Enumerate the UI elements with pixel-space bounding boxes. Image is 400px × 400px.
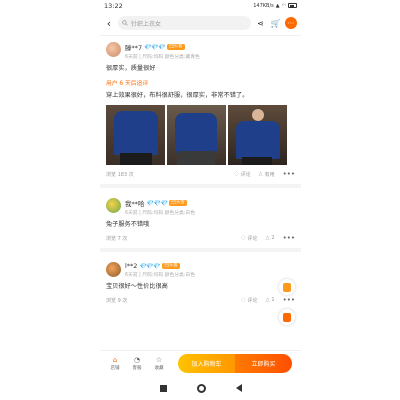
comment-label: 评论: [247, 235, 258, 242]
gift-icon: [283, 312, 291, 322]
search-placeholder: 针织上衣女: [131, 20, 162, 28]
share-icon[interactable]: ⋖: [255, 18, 266, 29]
review-text: 兔子服务不错哦: [106, 221, 150, 228]
favorite-label: 收藏: [154, 365, 164, 371]
review-text: 很厚实，质量很好: [106, 65, 156, 72]
review-photo[interactable]: [228, 105, 287, 165]
battery-icon: [288, 3, 297, 8]
floating-gift-button[interactable]: [279, 309, 295, 325]
more-icon[interactable]: ⋯: [285, 17, 297, 29]
comment-label: 评论: [240, 171, 251, 178]
review-item: 滕**7 💎💎💎 回头客 6天前 | 尺码:均码 颜色分类:藏青色 很厚实，质量…: [100, 36, 301, 188]
review-item: l**2 💎💎💎 回头客 6天前 | 尺码:均码 颜色分类:白色 宝贝很好～性价…: [106, 252, 295, 304]
back-nav-icon[interactable]: [235, 384, 242, 392]
like-count: 1: [271, 297, 275, 303]
floating-note-button[interactable]: [279, 279, 295, 295]
like-button[interactable]: △ 2: [266, 235, 275, 241]
reviewer-name: 我**哈: [125, 200, 145, 208]
phone-screen: 13:22 147KB/s ▲ ◠ ‹ 针织上衣女 ⋖ 🛒 ⋯ 滕**7 💎💎💎: [100, 0, 301, 400]
service-icon: ◔: [133, 355, 141, 364]
append-review-label: 用户 6 天后追评: [106, 81, 149, 87]
review-list: 滕**7 💎💎💎 回头客 6天前 | 尺码:均码 颜色分类:藏青色 很厚实，质量…: [100, 36, 301, 304]
buy-now-button[interactable]: 立即购买: [235, 354, 292, 373]
comment-button[interactable]: ◌ 评论: [241, 297, 257, 304]
diamond-level-icon: 💎💎💎: [144, 43, 166, 51]
reviewer-name: l**2: [125, 262, 138, 270]
view-count: 浏览 9 次: [106, 297, 128, 304]
more-options-icon[interactable]: •••: [283, 234, 295, 242]
search-input[interactable]: 针织上衣女: [118, 16, 251, 30]
review-text: 宝贝很好～性价比很高: [106, 283, 168, 290]
service-button[interactable]: ◔ 客服: [126, 355, 148, 371]
wifi-icon: ◠: [281, 2, 286, 9]
reviewer-name: 滕**7: [125, 44, 143, 52]
bottom-action-bar: ⌂ 店铺 ◔ 客服 ☆ 收藏 加入购物车 立即购买: [100, 350, 301, 376]
comment-icon: ◌: [241, 235, 246, 241]
top-bar: ‹ 针织上衣女 ⋖ 🛒 ⋯: [100, 11, 301, 36]
status-bar: 13:22 147KB/s ▲ ◠: [100, 0, 301, 11]
favorite-button[interactable]: ☆ 收藏: [148, 355, 170, 371]
shop-label: 店铺: [110, 365, 120, 371]
repeat-customer-badge: 回头客: [162, 263, 180, 269]
view-count: 浏览 7 次: [106, 235, 128, 242]
diamond-level-icon: 💎💎💎: [146, 199, 168, 207]
system-nav-bar: [100, 376, 301, 400]
comment-icon: ◌: [241, 297, 246, 303]
thumbs-up-icon: △: [258, 171, 263, 177]
thumbs-up-icon: △: [265, 235, 270, 241]
note-icon: [283, 282, 291, 292]
comment-label: 评论: [247, 297, 258, 304]
recent-apps-icon[interactable]: [159, 384, 167, 392]
repeat-customer-badge: 回头客: [169, 200, 187, 206]
more-options-icon[interactable]: •••: [283, 296, 295, 304]
avatar[interactable]: [106, 198, 121, 213]
review-photo[interactable]: [167, 105, 226, 165]
review-item: 我**哈 💎💎💎 回头客 6天前 | 尺码:均码 颜色分类:白色 兔子服务不错哦…: [100, 188, 301, 252]
shop-icon: ⌂: [112, 355, 118, 364]
avatar[interactable]: [106, 42, 121, 57]
review-photos: [106, 105, 295, 165]
review-meta: 6天前 | 尺码:均码 颜色分类:白色: [125, 211, 196, 216]
avatar[interactable]: [106, 262, 121, 277]
review-photo[interactable]: [106, 105, 165, 165]
comment-button[interactable]: ◌ 评论: [234, 171, 250, 178]
comment-button[interactable]: ◌ 评论: [241, 235, 257, 242]
repeat-customer-badge: 回头客: [167, 44, 185, 50]
review-meta: 6天前 | 尺码:均码 颜色分类:白色: [125, 273, 196, 278]
add-to-cart-button[interactable]: 加入购物车: [178, 354, 235, 373]
like-count: 2: [271, 235, 275, 241]
star-icon: ☆: [155, 355, 163, 364]
like-button[interactable]: △ 有用: [259, 171, 275, 178]
shop-button[interactable]: ⌂ 店铺: [104, 355, 126, 371]
search-icon: [122, 20, 128, 26]
review-meta: 6天前 | 尺码:均码 颜色分类:藏青色: [125, 55, 200, 60]
status-time: 13:22: [104, 1, 123, 10]
like-button[interactable]: △ 1: [266, 297, 275, 303]
diamond-level-icon: 💎💎💎: [139, 262, 161, 270]
thumbs-up-icon: △: [265, 297, 270, 303]
like-label: 有用: [264, 171, 275, 178]
home-icon[interactable]: [196, 383, 206, 393]
network-speed: 147KB/s: [253, 2, 274, 9]
signal-icon: ▲: [275, 2, 280, 9]
cart-icon[interactable]: 🛒: [270, 18, 281, 29]
back-icon[interactable]: ‹: [104, 17, 114, 30]
view-count: 浏览 183 次: [106, 171, 134, 178]
comment-icon: ◌: [234, 171, 239, 177]
append-review-text: 穿上效果很好，布料很舒服，很厚实，非常不错了。: [106, 92, 249, 99]
service-label: 客服: [132, 365, 142, 371]
more-options-icon[interactable]: •••: [283, 170, 295, 178]
